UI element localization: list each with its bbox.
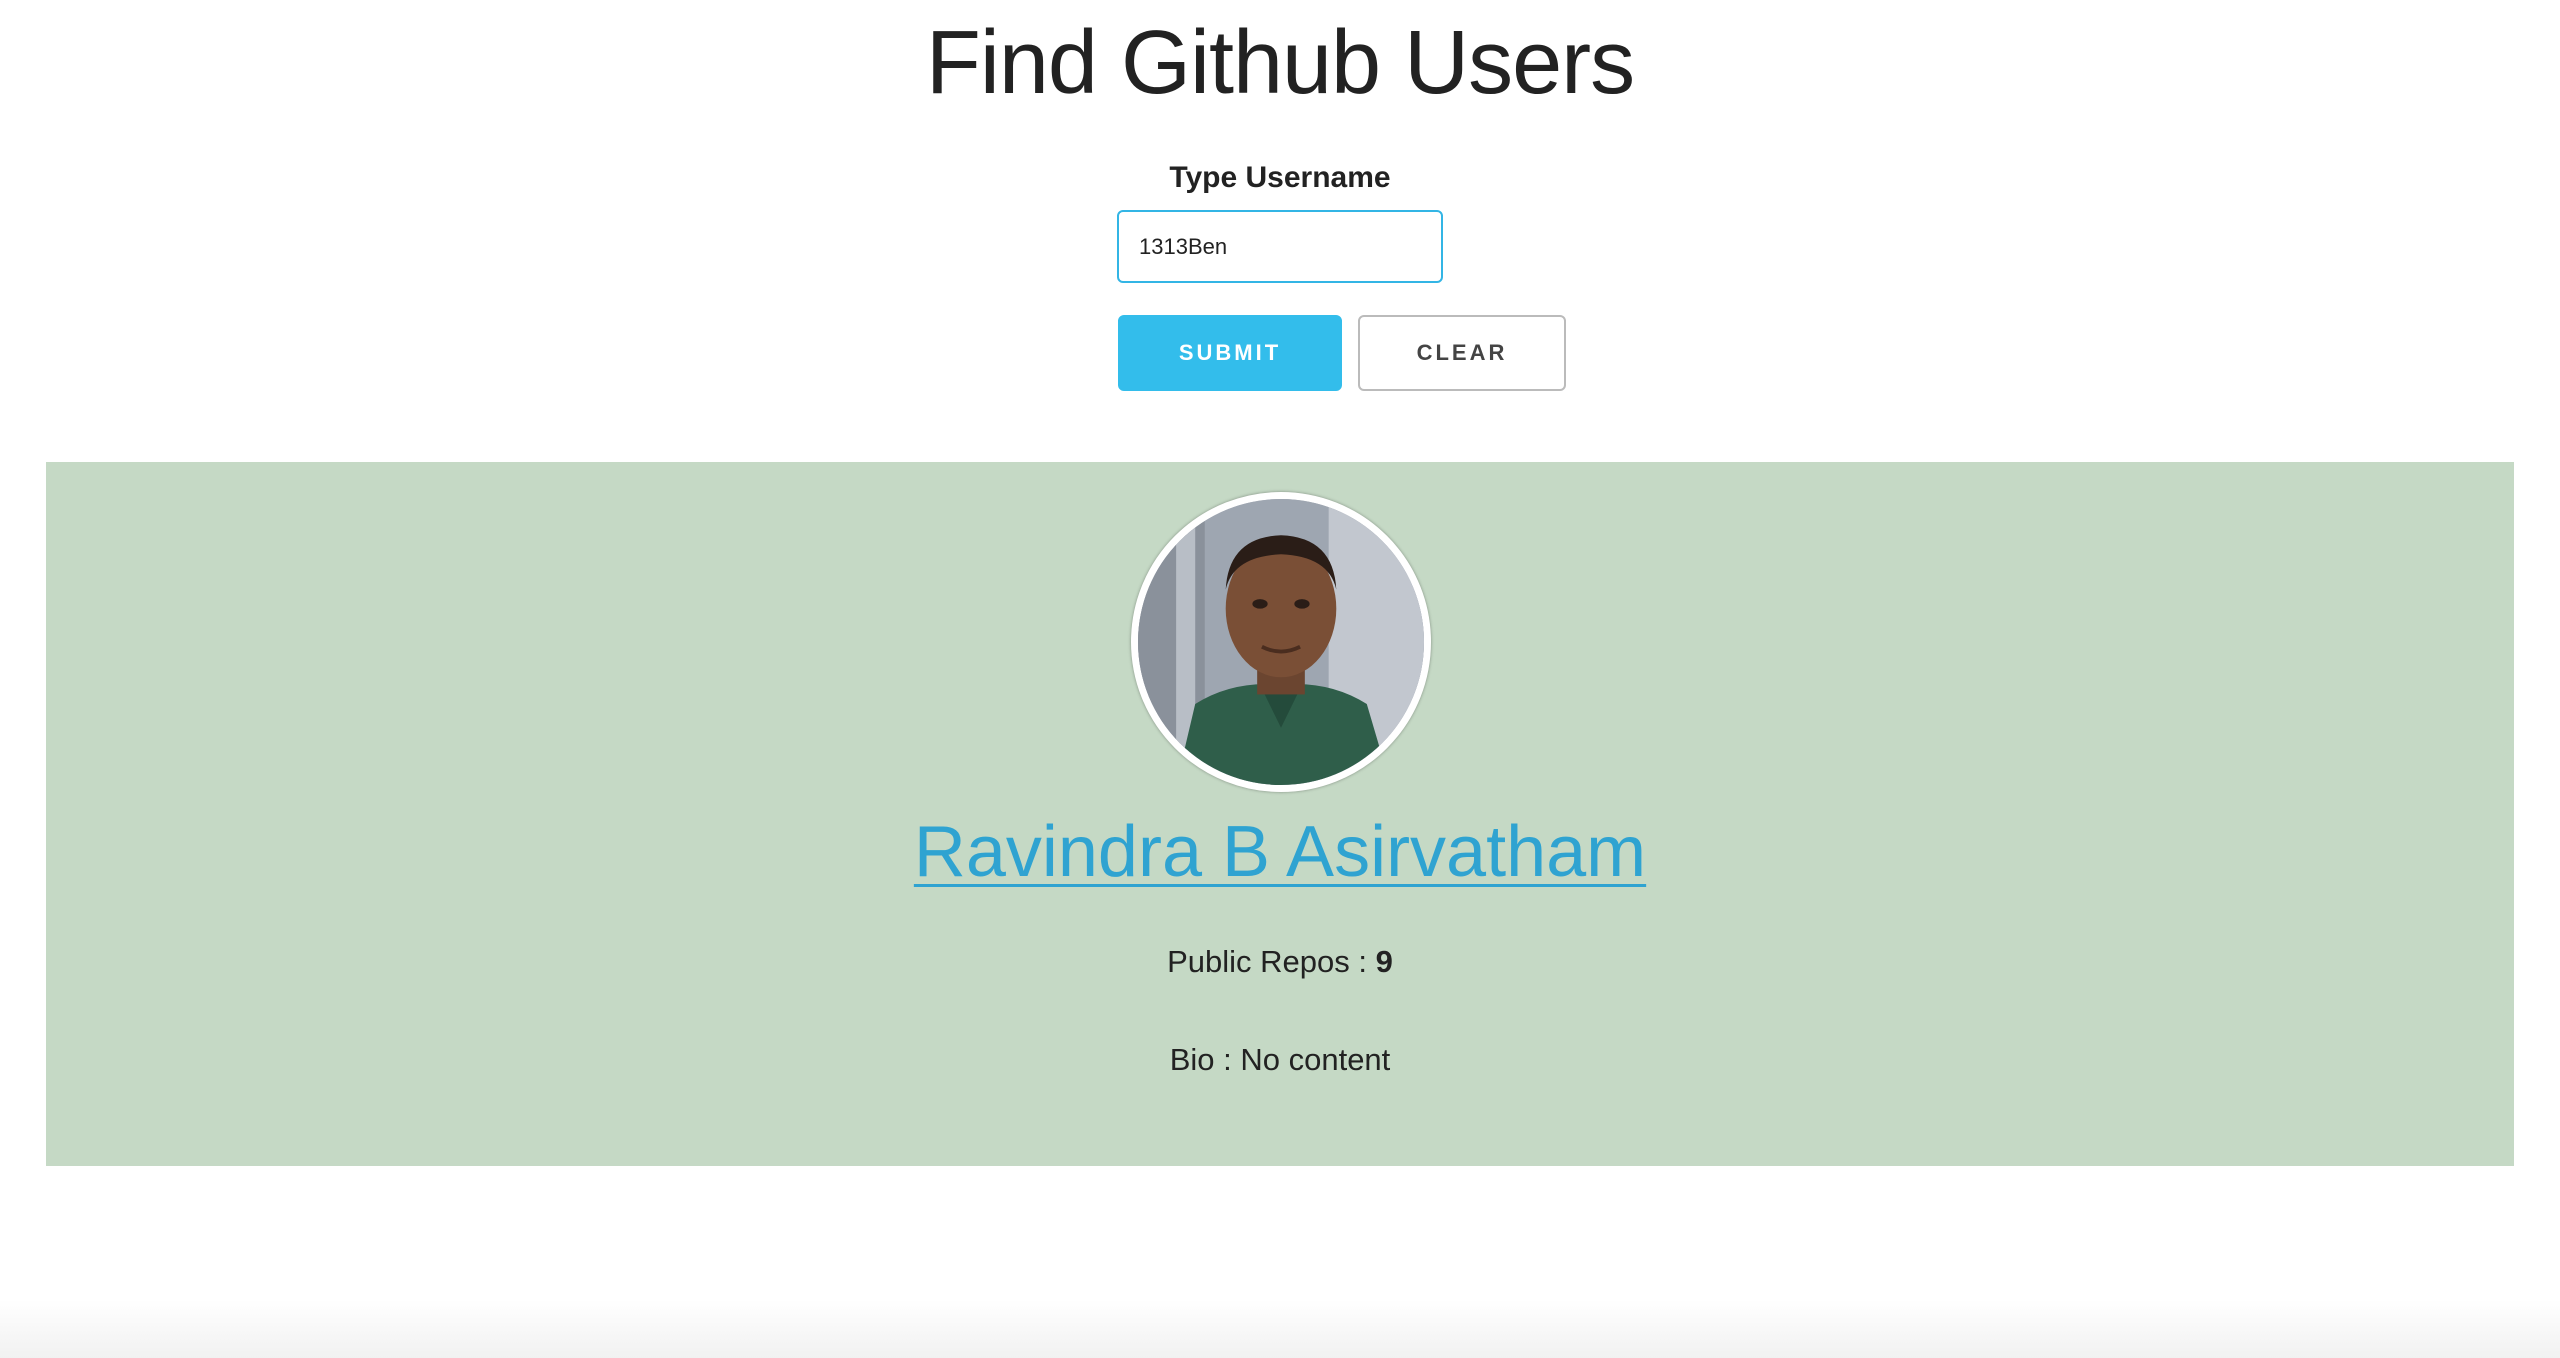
public-repos: Public Repos : 9	[46, 942, 2514, 982]
bottom-edge	[0, 1300, 2560, 1358]
button-row: SUBMIT CLEAR	[0, 315, 2560, 391]
avatar	[1131, 492, 1431, 792]
user-card: Ravindra B Asirvatham Public Repos : 9 B…	[46, 462, 2514, 1166]
bio-label: Bio :	[1169, 1042, 1232, 1077]
bio-value: No content	[1240, 1042, 1391, 1077]
user-name-link[interactable]: Ravindra B Asirvatham	[46, 807, 2514, 897]
avatar-photo-icon	[1138, 499, 1424, 785]
submit-button[interactable]: SUBMIT	[1118, 315, 1342, 391]
username-label: Type Username	[1169, 161, 1391, 194]
public-repos-label: Public Repos :	[1167, 944, 1367, 979]
clear-button[interactable]: CLEAR	[1358, 315, 1566, 391]
username-input[interactable]	[1117, 210, 1443, 283]
page: Find Github Users Type Username SUBMIT C…	[0, 0, 2560, 1358]
page-title: Find Github Users	[925, 13, 1635, 113]
search-form: Type Username SUBMIT CLEAR	[0, 150, 2560, 391]
bio: Bio : No content	[46, 1040, 2514, 1080]
public-repos-count: 9	[1375, 944, 1393, 979]
